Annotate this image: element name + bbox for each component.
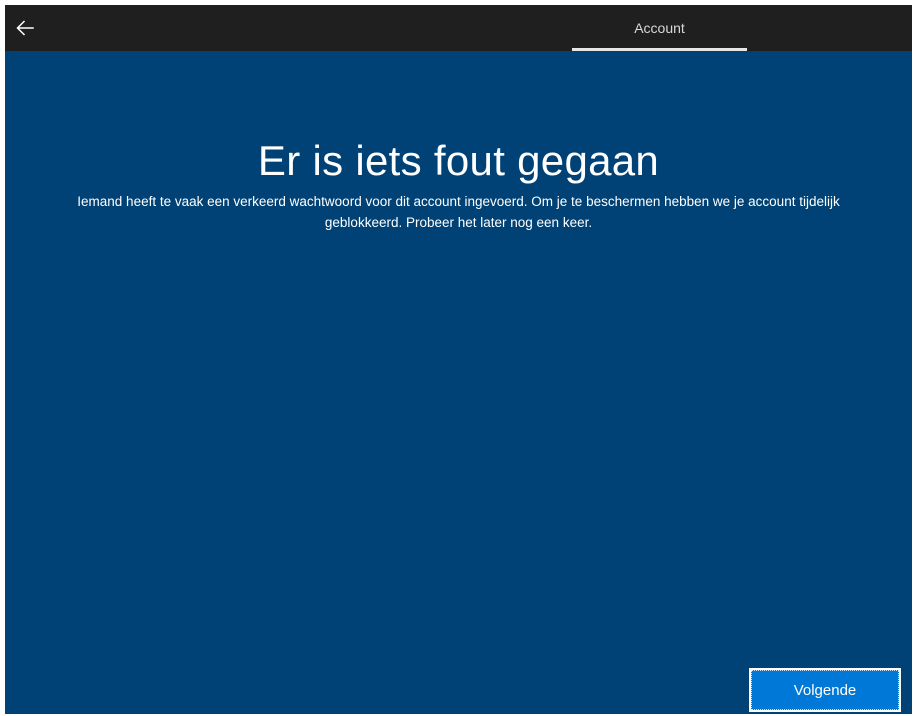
setup-window: Account Er is iets fout gegaan Iemand he… — [5, 5, 912, 714]
page-title: Er is iets fout gegaan — [257, 137, 660, 184]
arrow-left-icon — [16, 20, 34, 36]
back-button[interactable] — [5, 5, 45, 51]
top-bar: Account — [5, 5, 912, 51]
error-message: Iemand heeft te vaak een verkeerd wachtw… — [77, 194, 840, 230]
tab-account[interactable]: Account — [572, 5, 747, 51]
next-button[interactable]: Volgende — [749, 668, 901, 712]
tab-account-label: Account — [634, 20, 685, 36]
tab-active-indicator — [572, 48, 747, 51]
